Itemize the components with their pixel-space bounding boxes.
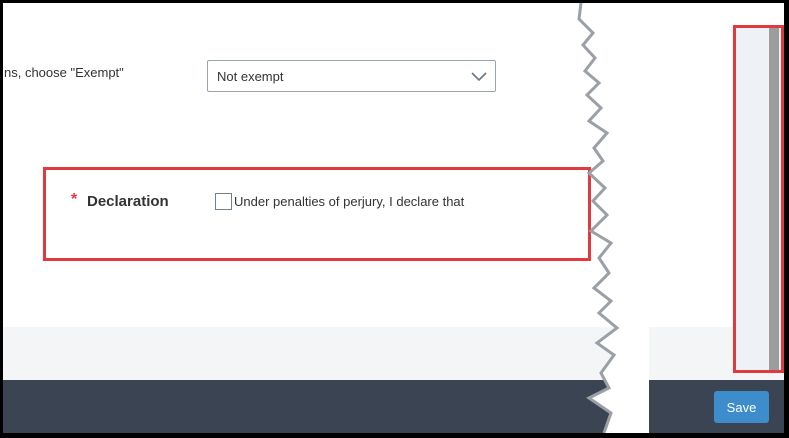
required-marker: * — [71, 191, 78, 208]
declaration-checkbox[interactable] — [215, 193, 232, 210]
screenshot-frame: ns, choose "Exempt" Not exempt * Declara… — [3, 3, 784, 433]
exempt-select-value: Not exempt — [217, 69, 284, 84]
scrollbar-highlight[interactable] — [733, 25, 784, 373]
declaration-label: Declaration — [87, 193, 169, 210]
save-button[interactable]: Save — [714, 391, 769, 423]
torn-paper-edge — [577, 3, 649, 433]
declaration-highlight-box — [43, 167, 591, 261]
footer-bar — [3, 380, 784, 433]
chevron-down-icon — [471, 72, 487, 82]
exempt-status-select[interactable]: Not exempt — [207, 60, 496, 92]
exempt-field-label: ns, choose "Exempt" — [4, 65, 124, 80]
declaration-text: Under penalties of perjury, I declare th… — [234, 194, 465, 209]
scrollbar-thumb[interactable] — [769, 28, 779, 370]
footer-band — [3, 327, 784, 380]
